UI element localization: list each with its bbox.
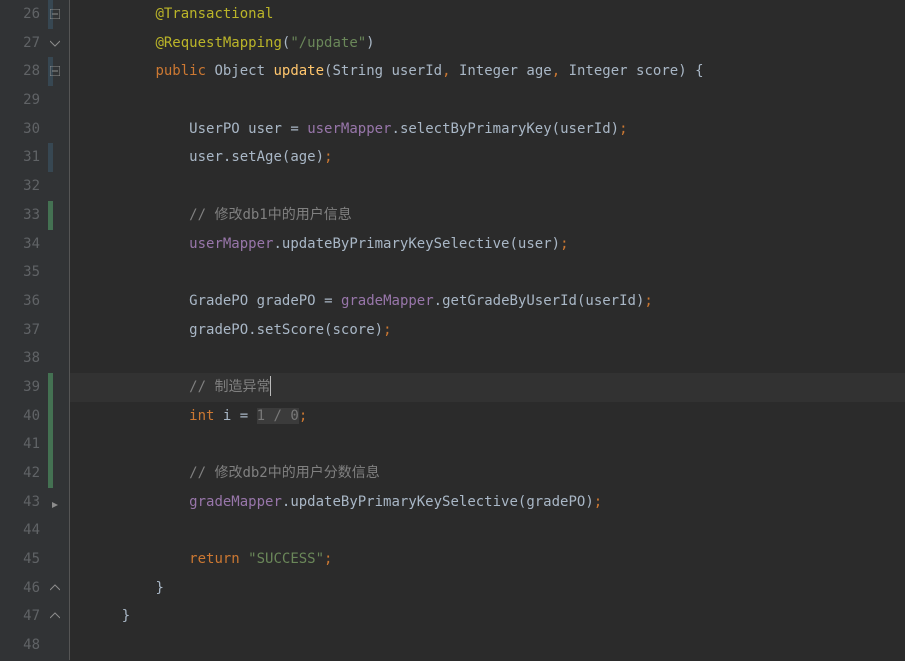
keyword: return [189,551,240,567]
fold-gutter [48,0,70,661]
code-line[interactable]: userMapper.updateByPrimaryKeySelective(u… [70,230,905,259]
line-number: 27 [0,29,48,58]
code-line-current[interactable]: // 制造异常 [70,373,905,402]
comment: // 修改db2中的用户分数信息 [189,465,380,481]
number-literal: 0 [290,408,298,424]
code-line[interactable]: gradePO.setScore(score); [70,316,905,345]
code-content[interactable]: @Transactional @RequestMapping("/update"… [70,0,905,661]
vcs-add-marker [48,402,53,431]
annotation: @RequestMapping [155,35,281,51]
line-number: 30 [0,115,48,144]
text-cursor [270,376,271,396]
line-number: 44 [0,516,48,545]
line-number: 33 [0,201,48,230]
code-line[interactable] [70,258,905,287]
keyword: public [155,63,206,79]
code-line[interactable]: return "SUCCESS"; [70,545,905,574]
vcs-add-marker [48,430,53,459]
fold-minus-icon[interactable] [50,9,60,19]
line-number: 43 [0,488,48,517]
code-line[interactable] [70,344,905,373]
comment: // 制造异常 [189,379,270,395]
line-number: 32 [0,172,48,201]
field-ref: gradeMapper [189,494,282,510]
annotation: @Transactional [155,6,273,22]
line-number: 29 [0,86,48,115]
line-number: 36 [0,287,48,316]
line-number: 41 [0,430,48,459]
string-literal: "/update" [290,35,366,51]
line-number: 39 [0,373,48,402]
line-number: 26 [0,0,48,29]
method-name: update [273,63,324,79]
code-line[interactable]: } [70,574,905,603]
vcs-change-marker [48,143,53,172]
line-number: 38 [0,344,48,373]
code-editor[interactable]: 26 27 28 29 30 31 32 33 34 35 36 37 38 3… [0,0,905,661]
field-ref: userMapper [189,236,273,252]
line-number: 48 [0,631,48,660]
line-number: 45 [0,545,48,574]
code-line[interactable]: int i = 1 / 0; [70,402,905,431]
code-line[interactable]: } [70,602,905,631]
code-line[interactable]: GradePO gradePO = gradeMapper.getGradeBy… [70,287,905,316]
code-line[interactable] [70,516,905,545]
code-line[interactable]: // 修改db2中的用户分数信息 [70,459,905,488]
line-number: 47 [0,602,48,631]
line-number: 34 [0,230,48,259]
code-line[interactable]: public Object update(String userId, Inte… [70,57,905,86]
line-number: 40 [0,402,48,431]
code-line[interactable] [70,86,905,115]
code-line[interactable] [70,172,905,201]
line-number: 28 [0,57,48,86]
line-number: 37 [0,316,48,345]
line-number: 46 [0,574,48,603]
line-number-gutter: 26 27 28 29 30 31 32 33 34 35 36 37 38 3… [0,0,48,661]
code-line[interactable] [70,631,905,660]
run-arrow-icon[interactable] [50,500,60,510]
vcs-add-marker [48,459,53,488]
field-ref: gradeMapper [341,293,434,309]
field-ref: userMapper [307,121,391,137]
line-number: 31 [0,143,48,172]
fold-minus-icon[interactable] [50,66,60,76]
line-number: 42 [0,459,48,488]
comment: // 修改db1中的用户信息 [189,207,352,223]
vcs-add-marker [48,201,53,230]
fold-close-icon[interactable] [50,583,60,593]
code-line[interactable] [70,430,905,459]
code-line[interactable]: gradeMapper.updateByPrimaryKeySelective(… [70,488,905,517]
code-line[interactable]: @RequestMapping("/update") [70,29,905,58]
code-line[interactable]: @Transactional [70,0,905,29]
number-literal: 1 [257,408,265,424]
keyword: int [189,408,214,424]
vcs-add-marker [48,373,53,402]
string-literal: "SUCCESS" [248,551,324,567]
line-number: 35 [0,258,48,287]
fold-open-icon[interactable] [50,38,60,48]
fold-close-icon[interactable] [50,611,60,621]
code-line[interactable]: user.setAge(age); [70,143,905,172]
code-line[interactable]: // 修改db1中的用户信息 [70,201,905,230]
code-line[interactable]: UserPO user = userMapper.selectByPrimary… [70,115,905,144]
